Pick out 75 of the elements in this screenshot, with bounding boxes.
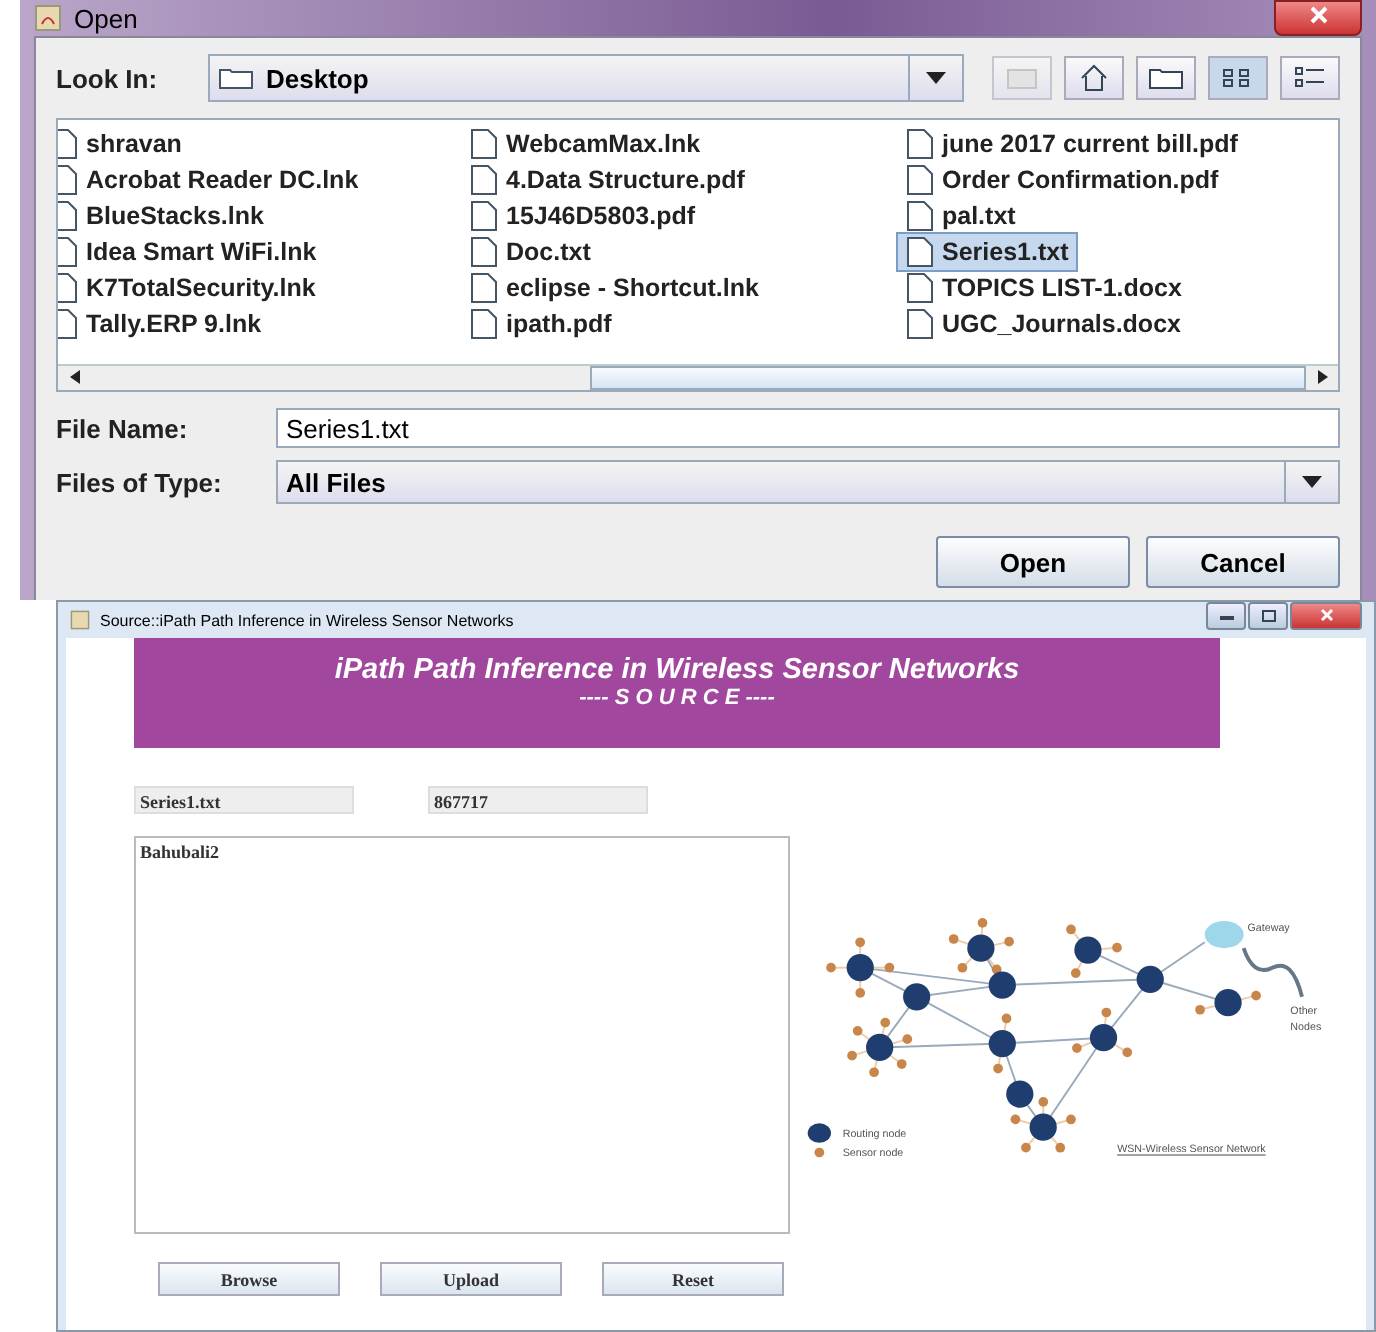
window-title: Open <box>74 3 138 33</box>
file-item[interactable]: WebcamMax.lnk <box>462 126 709 162</box>
horizontal-scrollbar[interactable] <box>58 364 1338 390</box>
minimize-icon <box>1219 615 1233 621</box>
file-item[interactable]: Acrobat Reader DC.lnk <box>58 162 367 198</box>
maximize-icon <box>1261 609 1275 621</box>
file-name-field[interactable]: Series1.txt <box>134 786 354 814</box>
reset-button[interactable]: Reset <box>602 1262 784 1296</box>
file-name-field[interactable]: Series1.txt <box>276 408 1340 448</box>
file-icon <box>906 236 934 268</box>
file-type-label: Files of Type: <box>56 467 224 497</box>
file-icon <box>470 272 498 304</box>
sensor-node-icon <box>814 1147 824 1158</box>
grid-view-icon <box>1222 66 1254 90</box>
file-item[interactable]: Tally.ERP 9.lnk <box>58 306 270 342</box>
file-item[interactable]: 15J46D5803.pdf <box>462 198 704 234</box>
banner-title: iPath Path Inference in Wireless Sensor Networks <box>334 654 1020 686</box>
file-item[interactable]: pal.txt <box>898 198 1024 234</box>
file-icon <box>470 236 498 268</box>
window-title: Source::iPath Path Inference in Wireless Sensor Networks <box>100 611 514 629</box>
close-icon <box>1319 607 1333 621</box>
file-item[interactable]: Order Confirmation.pdf <box>898 162 1227 198</box>
list-view-button[interactable] <box>1208 56 1268 100</box>
file-icon <box>906 164 934 196</box>
file-icon <box>906 200 934 232</box>
app-icon <box>70 610 90 630</box>
file-item[interactable]: UGC_Journals.docx <box>898 306 1189 342</box>
scroll-left-icon <box>69 370 79 384</box>
file-name-label: File Name: <box>56 413 190 443</box>
file-item[interactable]: TOPICS LIST-1.docx <box>898 270 1190 306</box>
file-item[interactable]: ipath.pdf <box>462 306 620 342</box>
close-icon <box>1309 6 1327 24</box>
scroll-right-icon <box>1317 370 1327 384</box>
file-item[interactable]: K7TotalSecurity.lnk <box>58 270 324 306</box>
cancel-button[interactable]: Cancel <box>1146 536 1340 588</box>
file-icon <box>470 128 498 160</box>
file-item[interactable]: Series1.txt <box>898 234 1077 270</box>
details-view-icon <box>1294 66 1326 90</box>
file-icon <box>906 128 934 160</box>
file-icon <box>470 308 498 340</box>
details-view-button[interactable] <box>1280 56 1340 100</box>
folder-icon <box>1148 66 1184 90</box>
caret-icon <box>926 72 946 84</box>
maximize-button[interactable] <box>1248 602 1288 630</box>
file-item[interactable]: shravan <box>58 126 190 162</box>
browse-button[interactable]: Browse <box>158 1262 340 1296</box>
minimize-button[interactable] <box>1206 602 1246 630</box>
look-in-dropdown[interactable]: Desktop <box>208 54 964 102</box>
file-item[interactable]: BlueStacks.lnk <box>58 198 272 234</box>
content-text-area[interactable]: Bahubali2 <box>134 836 790 1234</box>
app-icon <box>34 4 62 32</box>
upload-button[interactable]: Upload <box>380 1262 562 1296</box>
file-icon <box>470 164 498 196</box>
file-item[interactable]: eclipse - Shortcut.lnk <box>462 270 767 306</box>
close-button[interactable] <box>1290 602 1362 630</box>
home-button[interactable] <box>1064 56 1124 100</box>
caret-icon <box>1302 476 1322 488</box>
file-item[interactable]: Idea Smart WiFi.lnk <box>58 234 325 270</box>
file-type-dropdown[interactable]: All Files <box>276 460 1340 504</box>
routing-node-icon <box>807 1123 831 1143</box>
file-item[interactable]: june 2017 current bill.pdf <box>898 126 1246 162</box>
close-button[interactable] <box>1274 0 1362 36</box>
folder-up-icon <box>1006 66 1038 90</box>
new-folder-button[interactable] <box>1136 56 1196 100</box>
file-item[interactable]: Doc.txt <box>462 234 599 270</box>
file-icon <box>906 272 934 304</box>
file-size-field[interactable]: 867717 <box>428 786 648 814</box>
look-in-label: Look In: <box>56 63 160 93</box>
file-icon <box>470 200 498 232</box>
file-icon <box>906 308 934 340</box>
home-icon <box>1078 64 1110 92</box>
file-item[interactable]: 4.Data Structure.pdf <box>462 162 753 198</box>
folder-icon <box>218 66 254 90</box>
open-button[interactable]: Open <box>936 536 1130 588</box>
banner-subtitle: ---- S O U R C E ---- <box>579 686 775 710</box>
